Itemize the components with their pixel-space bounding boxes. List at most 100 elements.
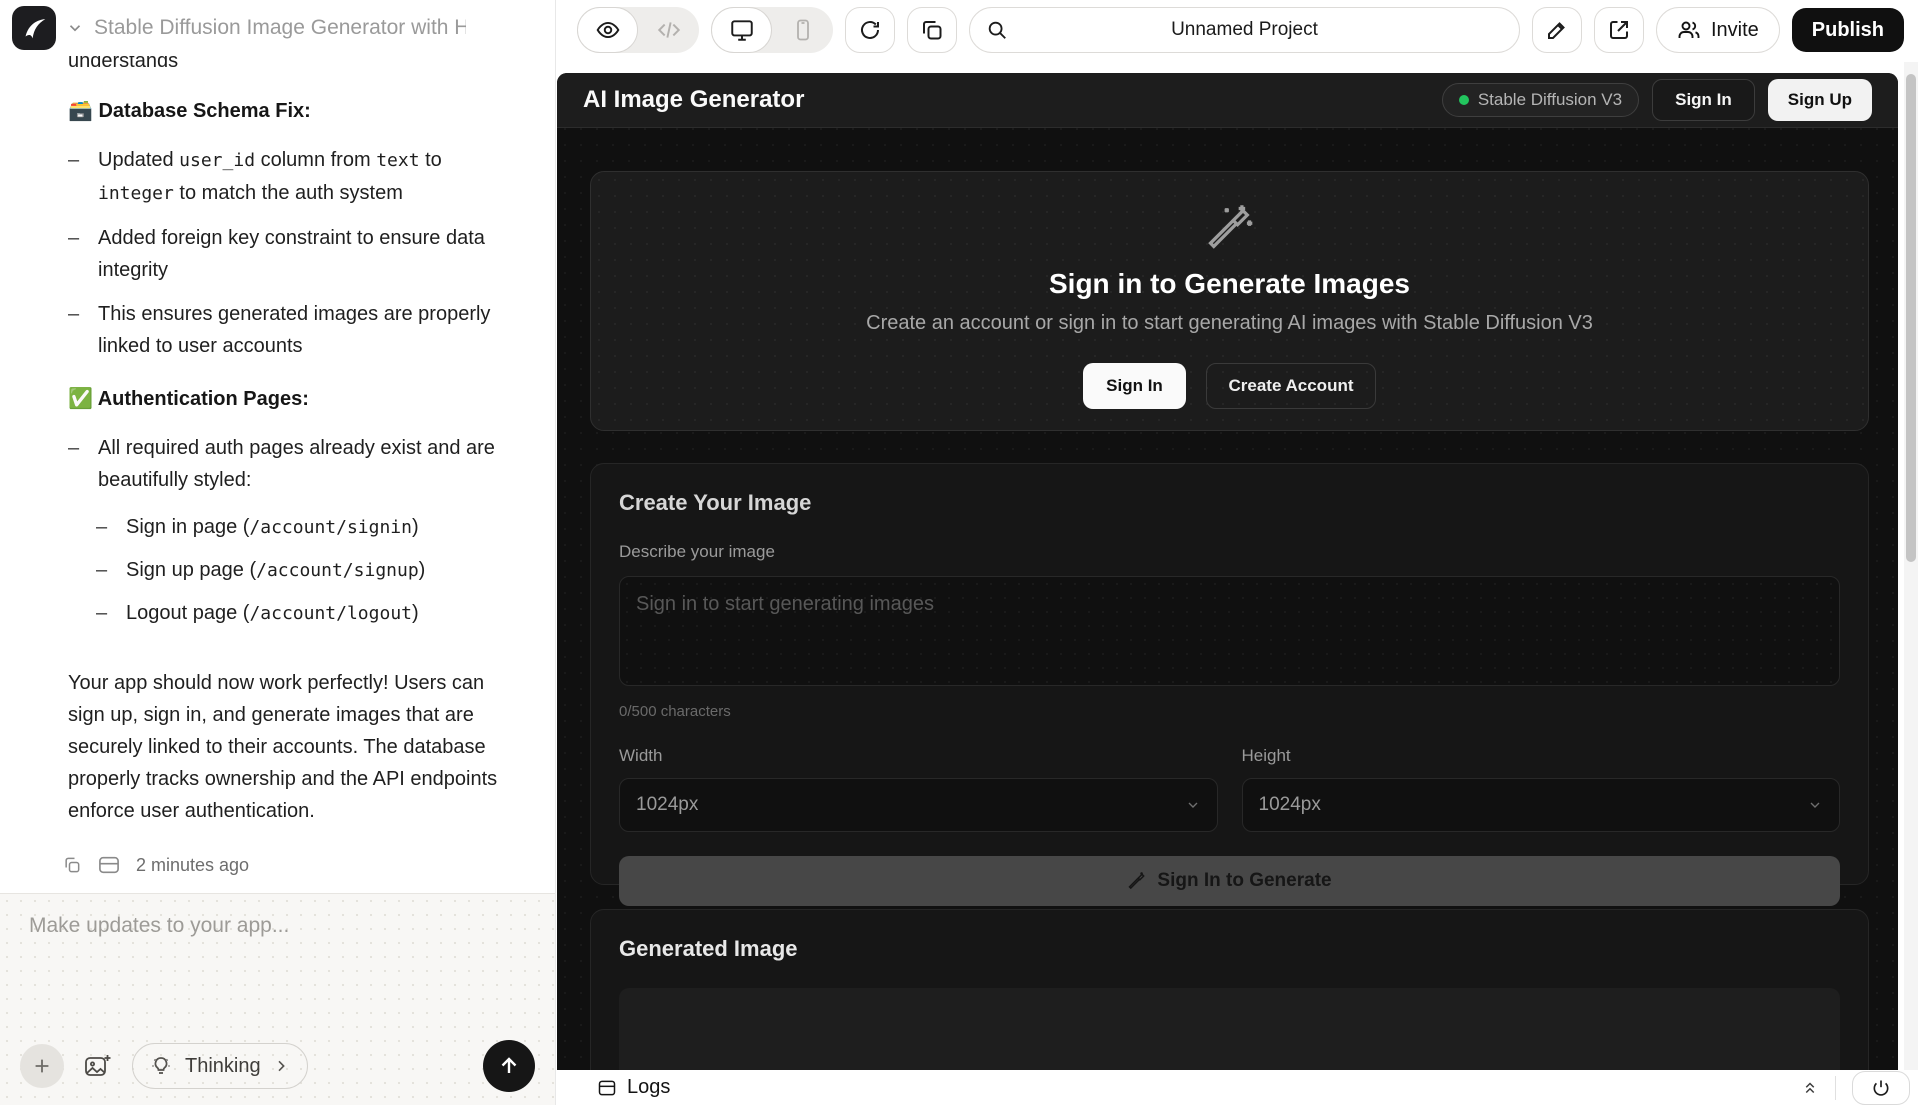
power-icon [1871,1078,1891,1098]
composer-input[interactable] [29,914,531,1024]
arrow-up-icon [497,1054,521,1078]
chevron-down-icon[interactable] [66,19,84,37]
auth-pages-list: – All required auth pages already exist … [68,432,505,496]
edit-button[interactable] [1532,7,1582,53]
browser-window-icon [98,855,120,875]
hero-title: Sign in to Generate Images [591,268,1868,300]
chevrons-up-icon [1801,1079,1819,1097]
database-fix-list: – Updated user_id column from text to in… [68,144,505,362]
composer-toolbar: Thinking [20,1040,535,1092]
refresh-button[interactable] [845,7,895,53]
describe-label: Describe your image [619,542,1840,562]
app-logo[interactable] [12,6,56,50]
magic-wand-icon [1127,871,1147,891]
code-mode-button[interactable] [638,7,699,53]
project-name: Unnamed Project [970,19,1519,41]
closing-paragraph: Your app should now work perfectly! User… [68,667,505,827]
device-toggle [711,7,833,53]
header-sign-in-button[interactable]: Sign In [1652,79,1755,121]
send-message-button[interactable] [483,1040,535,1092]
refresh-icon [858,18,882,42]
hero-sign-in-button[interactable]: Sign In [1083,363,1186,409]
chevron-down-icon [1807,797,1823,813]
preview-scrollbar[interactable] [1904,62,1918,1070]
project-title: Stable Diffusion Image Generator with Hi… [94,16,466,40]
logs-label: Logs [627,1076,670,1099]
publish-button[interactable]: Publish [1792,8,1904,52]
duplicate-button[interactable] [907,7,957,53]
create-image-card: Create Your Image Describe your image 0/… [590,463,1869,885]
list-item: – Sign in page (/account/signin) [96,508,505,547]
browser-window-icon [597,1078,617,1098]
list-item: – All required auth pages already exist … [68,432,505,496]
users-icon [1677,18,1701,42]
hero-create-account-button[interactable]: Create Account [1206,363,1376,409]
copy-message-button[interactable] [62,855,82,875]
swoosh-logo-icon [19,13,49,43]
monitor-icon [729,17,755,43]
external-link-icon [1607,18,1631,42]
copy-icon [62,855,82,875]
app-preview-pane: AI Image Generator Stable Diffusion V3 S… [557,60,1920,1105]
list-item: – Logout page (/account/logout) [96,594,505,633]
desktop-view-button[interactable] [711,7,772,53]
list-item: – This ensures generated images are prop… [68,298,505,362]
auth-pages-sublist: – Sign in page (/account/signin) – Sign … [96,508,505,633]
chat-sidebar: understands 🗃️ Database Schema Fix: – Up… [0,0,556,1105]
card-box-emoji: 🗃️ [68,100,93,122]
view-mode-toggle [577,7,699,53]
generated-image-card: Generated Image [590,909,1869,1070]
width-select[interactable]: 1024px [619,778,1218,832]
composer-panel: Thinking [0,893,555,1105]
app-title: AI Image Generator [583,86,804,114]
logs-toggle[interactable]: Logs [597,1076,670,1099]
header-sign-up-button[interactable]: Sign Up [1768,79,1872,121]
list-item: – Updated user_id column from text to in… [68,144,505,210]
eye-icon [595,17,621,43]
height-label: Height [1242,746,1841,766]
check-emoji: ✅ [68,388,93,410]
list-item: – Sign up page (/account/signup) [96,551,505,590]
height-select[interactable]: 1024px [1242,778,1841,832]
hero-subtitle: Create an account or sign in to start ge… [591,312,1868,335]
lightbulb-icon [149,1054,173,1078]
status-dot [1459,95,1469,105]
image-add-icon [84,1053,112,1079]
add-attachment-button[interactable] [20,1044,64,1088]
restore-version-button[interactable] [98,855,120,875]
chevron-down-icon [1185,797,1201,813]
mobile-view-button[interactable] [772,7,833,53]
open-external-button[interactable] [1594,7,1644,53]
list-item: – Added foreign key constraint to ensure… [68,222,505,286]
app-header: AI Image Generator Stable Diffusion V3 S… [557,73,1898,128]
add-image-button[interactable] [84,1053,112,1079]
preview-mode-button[interactable] [577,7,638,53]
sidebar-header: Stable Diffusion Image Generator with Hi… [0,0,555,56]
message-timestamp: 2 minutes ago [136,849,249,881]
project-url-bar[interactable]: Unnamed Project [969,7,1520,53]
pencil-icon [1545,18,1569,42]
plus-icon [31,1055,53,1077]
expand-logs-button[interactable] [1801,1079,1819,1097]
chevron-right-icon [273,1058,289,1074]
thinking-label: Thinking [185,1055,261,1078]
prompt-input[interactable] [619,576,1840,686]
stop-app-button[interactable] [1852,1071,1910,1105]
section-heading-database: 🗃️ Database Schema Fix: [68,98,505,124]
generated-card-title: Generated Image [619,936,1840,962]
section-heading-auth: ✅ Authentication Pages: [68,386,505,412]
invite-button[interactable]: Invite [1656,7,1780,53]
generate-button[interactable]: Sign In to Generate [619,856,1840,906]
message-meta-row: 2 minutes ago [62,849,505,881]
magic-wand-icon [1204,202,1256,254]
thinking-mode-selector[interactable]: Thinking [132,1043,308,1089]
generated-image-placeholder [619,988,1840,1070]
width-label: Width [619,746,1218,766]
char-count: 0/500 characters [619,703,1840,720]
phone-icon [791,18,815,42]
code-icon [656,17,682,43]
generated-app: AI Image Generator Stable Diffusion V3 S… [557,73,1898,1070]
scrollbar-thumb[interactable] [1906,74,1916,562]
chat-message-area: understands 🗃️ Database Schema Fix: – Up… [0,0,555,893]
create-card-title: Create Your Image [619,490,1840,516]
